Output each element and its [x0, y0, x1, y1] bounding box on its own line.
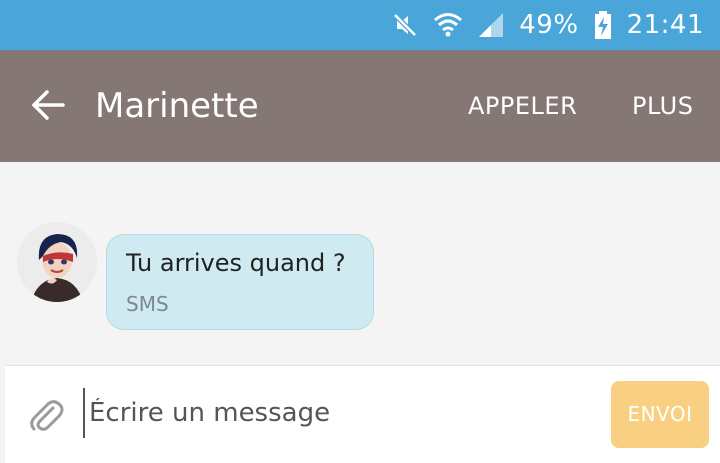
paperclip-icon — [26, 396, 66, 440]
call-button[interactable]: APPELER — [468, 78, 577, 134]
composer: ENVOI — [5, 365, 720, 463]
clock: 21:41 — [626, 10, 704, 40]
message-bubble[interactable]: Tu arrives quand ? SMS — [106, 234, 374, 330]
signal-icon — [477, 11, 505, 39]
more-button[interactable]: PLUS — [632, 78, 693, 134]
avatar[interactable] — [17, 222, 97, 302]
app-bar: Marinette APPELER PLUS — [0, 50, 720, 162]
status-bar: 49% 21:41 — [0, 0, 720, 50]
back-button[interactable] — [22, 81, 74, 133]
message-text: Tu arrives quand ? — [126, 249, 346, 277]
contact-name: Marinette — [95, 86, 259, 126]
wifi-icon — [433, 10, 463, 40]
battery-charging-icon — [593, 10, 613, 40]
status-icons: 49% 21:41 — [391, 0, 704, 50]
attach-button[interactable] — [21, 393, 71, 443]
message-type: SMS — [126, 292, 169, 316]
send-button[interactable]: ENVOI — [611, 381, 709, 448]
conversation: Tu arrives quand ? SMS — [0, 162, 720, 365]
mute-icon — [391, 11, 419, 39]
battery-percent: 49% — [519, 10, 579, 40]
back-arrow-icon — [30, 87, 66, 127]
message-input[interactable] — [83, 388, 609, 438]
